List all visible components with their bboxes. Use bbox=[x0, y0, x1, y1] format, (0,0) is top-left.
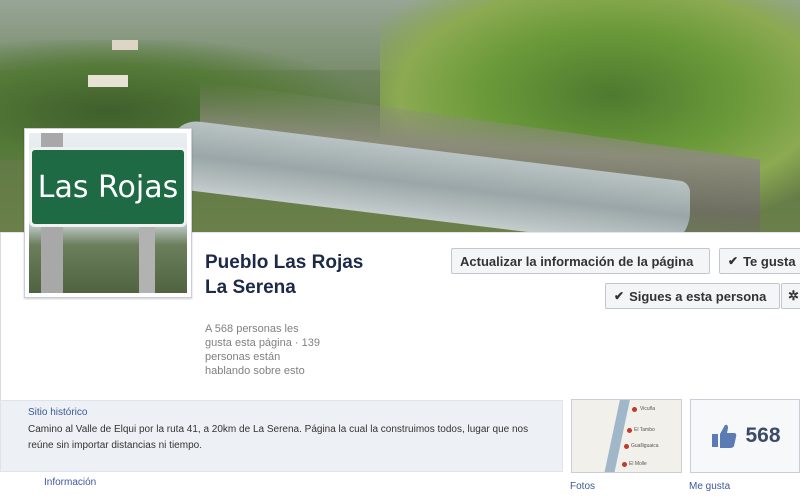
map-label: Gualliguaica bbox=[631, 443, 659, 449]
left-border bbox=[0, 232, 1, 402]
road-sign-text: Las Rojas bbox=[37, 169, 179, 205]
page-category[interactable]: Sitio histórico bbox=[28, 407, 535, 418]
facebook-page: Las Rojas Pueblo Las Rojas La Serena A 5… bbox=[0, 0, 800, 496]
map-marker bbox=[632, 407, 637, 412]
cover-house bbox=[88, 75, 128, 87]
like-button[interactable]: ✔ Te gusta bbox=[719, 248, 800, 274]
update-page-info-button[interactable]: Actualizar la información de la página bbox=[451, 248, 710, 274]
map-marker bbox=[622, 462, 627, 467]
like-button-label: Te gusta bbox=[743, 253, 796, 269]
page-stats: A 568 personas les gusta esta página · 1… bbox=[205, 323, 320, 377]
check-icon: ✔ bbox=[728, 254, 739, 268]
update-page-info-label: Actualizar la información de la página bbox=[460, 253, 694, 269]
thumbs-up-icon bbox=[712, 424, 737, 448]
road-sign: Las Rojas bbox=[29, 147, 187, 227]
map-label: El Tambo bbox=[634, 427, 655, 433]
gear-icon: ✲ bbox=[788, 288, 799, 303]
map-marker bbox=[624, 444, 629, 449]
likes-link[interactable]: Me gusta bbox=[689, 481, 730, 492]
check-icon: ✔ bbox=[614, 289, 625, 303]
photos-thumbnail[interactable]: Vicuña El Tambo Gualliguaica El Molle bbox=[571, 399, 682, 473]
follow-button[interactable]: ✔ Sigues a esta persona bbox=[605, 283, 780, 309]
photos-link[interactable]: Fotos bbox=[570, 481, 595, 492]
follow-button-label: Sigues a esta persona bbox=[629, 288, 767, 304]
map-label: Vicuña bbox=[640, 406, 656, 412]
about-box: Sitio histórico Camino al Valle de Elqui… bbox=[0, 400, 563, 472]
profile-picture[interactable]: Las Rojas bbox=[24, 128, 192, 298]
page-description: Camino al Valle de Elqui por la ruta 41,… bbox=[28, 424, 529, 451]
profile-picture-image: Las Rojas bbox=[29, 133, 187, 293]
map-label: El Molle bbox=[629, 461, 647, 467]
info-link[interactable]: Información bbox=[44, 477, 96, 488]
likes-count: 568 bbox=[745, 424, 781, 447]
map-marker bbox=[627, 428, 632, 433]
likes-box[interactable]: 568 bbox=[690, 399, 800, 473]
cover-house bbox=[112, 40, 138, 50]
page-title[interactable]: Pueblo Las Rojas La Serena bbox=[205, 250, 365, 300]
settings-button[interactable]: ✲ bbox=[781, 283, 800, 309]
